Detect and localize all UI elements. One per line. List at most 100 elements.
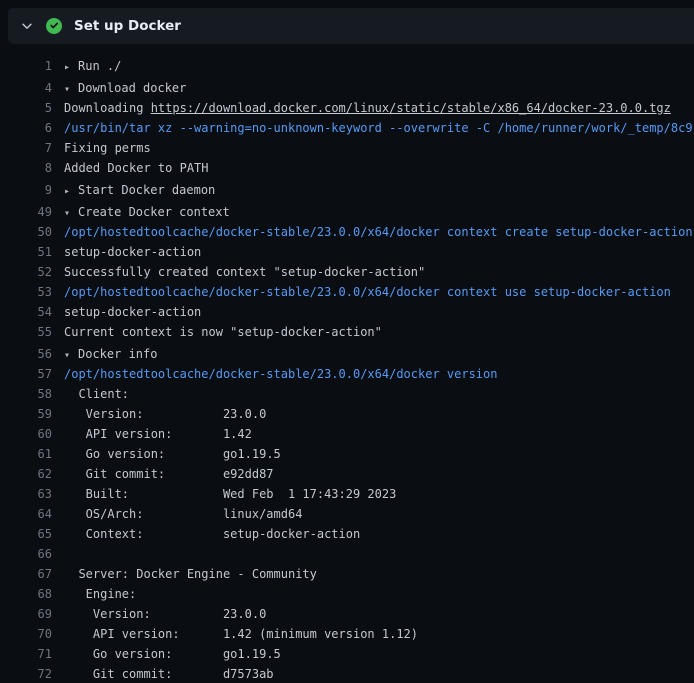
log-command-text: /opt/hostedtoolcache/docker-stable/23.0.… [64,285,671,299]
log-group-row[interactable]: 49 ▾Create Docker context [0,202,694,222]
step-title: Set up Docker [74,18,181,34]
log-text: Fixing perms [64,141,151,155]
log-line: 65 Context: setup-docker-action [0,524,694,544]
log-text: Docker info [78,347,157,361]
line-number[interactable]: 57 [0,364,52,384]
log-line: 58 Client: [0,384,694,404]
line-content: Context: setup-docker-action [64,524,694,544]
line-content: API version: 1.42 (minimum version 1.12) [64,624,694,644]
line-number[interactable]: 67 [0,564,52,584]
log-text: Server: Docker Engine - Community [64,567,317,581]
log-container[interactable]: 1▸Run ./4▾Download docker5Downloading ht… [0,44,694,683]
log-text: Go version: go1.19.5 [64,447,281,461]
line-number[interactable]: 53 [0,282,52,302]
log-command-text: /opt/hostedtoolcache/docker-stable/23.0.… [64,367,497,381]
line-number[interactable]: 50 [0,222,52,242]
log-command-text: /usr/bin/tar xz --warning=no-unknown-key… [64,121,693,135]
line-number[interactable]: 61 [0,444,52,464]
line-content: ▸Run ./ [64,56,694,76]
line-number[interactable]: 66 [0,544,52,564]
line-content: /opt/hostedtoolcache/docker-stable/23.0.… [64,222,694,242]
line-number[interactable]: 54 [0,302,52,322]
line-content: Server: Docker Engine - Community [64,564,694,584]
log-line: 63 Built: Wed Feb 1 17:43:29 2023 [0,484,694,504]
log-text: setup-docker-action [64,305,201,319]
log-text: Go version: go1.19.5 [64,647,281,661]
line-number[interactable]: 5 [0,98,52,118]
line-content [64,544,694,564]
line-content: ▾Create Docker context [64,202,694,222]
log-text: Built: Wed Feb 1 17:43:29 2023 [64,487,396,501]
group-expanded-icon[interactable]: ▾ [64,346,78,364]
log-group-row[interactable]: 4 ▾Download docker [0,78,694,98]
line-number[interactable]: 56 [0,344,52,364]
log-text: Engine: [64,587,136,601]
log-line: 59 Version: 23.0.0 [0,404,694,424]
log-line: 57/opt/hostedtoolcache/docker-stable/23.… [0,364,694,384]
line-content: Client: [64,384,694,404]
log-group-row[interactable]: 56 ▾Docker info [0,344,694,364]
line-number[interactable]: 70 [0,624,52,644]
log-url-link[interactable]: https://download.docker.com/linux/static… [151,101,671,115]
line-number[interactable]: 7 [0,138,52,158]
log-line: 5 Downloading https://download.docker.com… [0,98,694,118]
line-number[interactable]: 62 [0,464,52,484]
log-line: 7 Fixing perms [0,138,694,158]
log-text: Git commit: d7573ab [64,667,274,681]
step-header[interactable]: Set up Docker [8,8,694,44]
line-number[interactable]: 59 [0,404,52,424]
line-number[interactable]: 6 [0,118,52,138]
log-text: Download docker [78,81,186,95]
line-content: Git commit: e92dd87 [64,464,694,484]
line-number[interactable]: 49 [0,202,52,222]
chevron-down-icon[interactable] [20,19,34,33]
group-collapsed-icon[interactable]: ▸ [64,182,78,200]
line-number[interactable]: 55 [0,322,52,342]
line-number[interactable]: 71 [0,644,52,664]
line-number[interactable]: 51 [0,242,52,262]
line-number[interactable]: 63 [0,484,52,504]
log-text: Added Docker to PATH [64,161,209,175]
line-content: setup-docker-action [64,302,694,322]
group-collapsed-icon[interactable]: ▸ [64,58,78,76]
line-content: /opt/hostedtoolcache/docker-stable/23.0.… [64,282,694,302]
log-line: 54 setup-docker-action [0,302,694,322]
line-number[interactable]: 64 [0,504,52,524]
line-content: OS/Arch: linux/amd64 [64,504,694,524]
group-expanded-icon[interactable]: ▾ [64,204,78,222]
log-line: 66 [0,544,694,564]
log-line: 61 Go version: go1.19.5 [0,444,694,464]
line-content: Version: 23.0.0 [64,604,694,624]
log-line: 70 API version: 1.42 (minimum version 1.… [0,624,694,644]
log-line: 69 Version: 23.0.0 [0,604,694,624]
line-number[interactable]: 69 [0,604,52,624]
log-text: setup-docker-action [64,245,201,259]
log-line: 52Successfully created context "setup-do… [0,262,694,282]
log-group-row[interactable]: 1 ▸Run ./ [0,56,694,76]
line-content: Git commit: d7573ab [64,664,694,683]
line-number[interactable]: 68 [0,584,52,604]
line-content: /usr/bin/tar xz --warning=no-unknown-key… [64,118,694,138]
line-number[interactable]: 8 [0,158,52,178]
line-number[interactable]: 60 [0,424,52,444]
log-line: 50/opt/hostedtoolcache/docker-stable/23.… [0,222,694,242]
group-expanded-icon[interactable]: ▾ [64,80,78,98]
log-text: OS/Arch: linux/amd64 [64,507,302,521]
log-group-row[interactable]: 9▸Start Docker daemon [0,180,694,200]
line-number[interactable]: 1 [0,56,52,76]
line-number[interactable]: 65 [0,524,52,544]
line-number[interactable]: 9 [0,180,52,200]
log-line: 51 setup-docker-action [0,242,694,262]
log-line: 67 Server: Docker Engine - Community [0,564,694,584]
line-content: Engine: [64,584,694,604]
line-number[interactable]: 58 [0,384,52,404]
line-content: Built: Wed Feb 1 17:43:29 2023 [64,484,694,504]
line-number[interactable]: 52 [0,262,52,282]
line-number[interactable]: 4 [0,78,52,98]
line-number[interactable]: 72 [0,664,52,683]
log-line: 60 API version: 1.42 [0,424,694,444]
log-text: Current context is now "setup-docker-act… [64,325,382,339]
log-text: Git commit: e92dd87 [64,467,274,481]
log-line: 8 Added Docker to PATH [0,158,694,178]
log-text: Downloading [64,101,151,115]
